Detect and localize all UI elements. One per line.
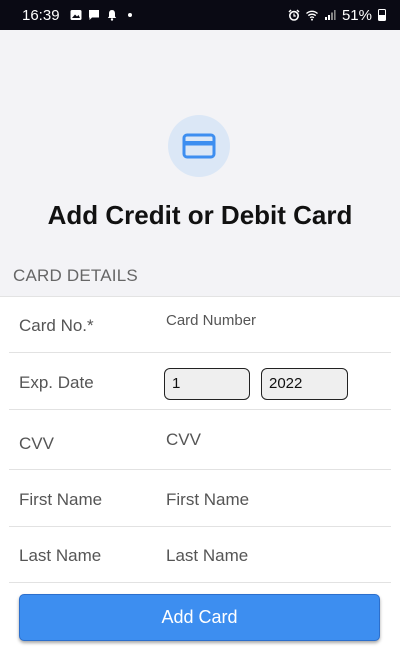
notification-bell-icon <box>106 9 118 21</box>
add-card-button[interactable]: Add Card <box>19 594 380 641</box>
expiry-year-input[interactable]: 2022 <box>261 368 348 400</box>
credit-card-icon <box>182 133 216 159</box>
expiry-date-row: Exp. Date 1 2022 <box>9 353 391 410</box>
cvv-label: CVV <box>19 434 54 453</box>
card-badge <box>168 115 230 177</box>
page-title: Add Credit or Debit Card <box>47 200 353 230</box>
signal-strength-icon <box>324 9 336 21</box>
message-icon <box>88 9 100 21</box>
more-notifications-dot-icon <box>127 13 132 17</box>
first-name-label: First Name <box>19 490 103 509</box>
card-number-label: Card No.* <box>19 316 94 335</box>
last-name-row[interactable]: Last Name Last Name <box>9 527 391 583</box>
card-number-row[interactable]: Card No.* Card Number <box>9 297 391 353</box>
battery-icon <box>378 9 386 21</box>
header: Add Credit or Debit Card <box>0 30 400 258</box>
cvv-input[interactable]: CVV <box>166 430 201 450</box>
clock: 16:39 <box>22 6 60 24</box>
last-name-input[interactable]: Last Name <box>166 546 248 566</box>
gallery-icon <box>70 9 82 21</box>
expiry-month-input[interactable]: 1 <box>164 368 250 400</box>
battery-percentage: 51% <box>341 6 372 24</box>
wifi-icon <box>306 9 318 21</box>
first-name-row[interactable]: First Name First Name <box>9 470 391 527</box>
status-bar-right: 51% <box>288 7 386 24</box>
status-bar: 16:39 51% <box>0 0 400 30</box>
last-name-label: Last Name <box>19 546 102 565</box>
expiry-date-label: Exp. Date <box>19 373 94 392</box>
section-label-card-details: CARD DETAILS <box>13 266 138 285</box>
status-bar-left: 16:39 <box>22 7 132 24</box>
first-name-input[interactable]: First Name <box>166 490 249 510</box>
alarm-icon <box>288 9 300 21</box>
cvv-row[interactable]: CVV CVV <box>9 410 391 470</box>
card-number-input[interactable]: Card Number <box>166 312 256 329</box>
